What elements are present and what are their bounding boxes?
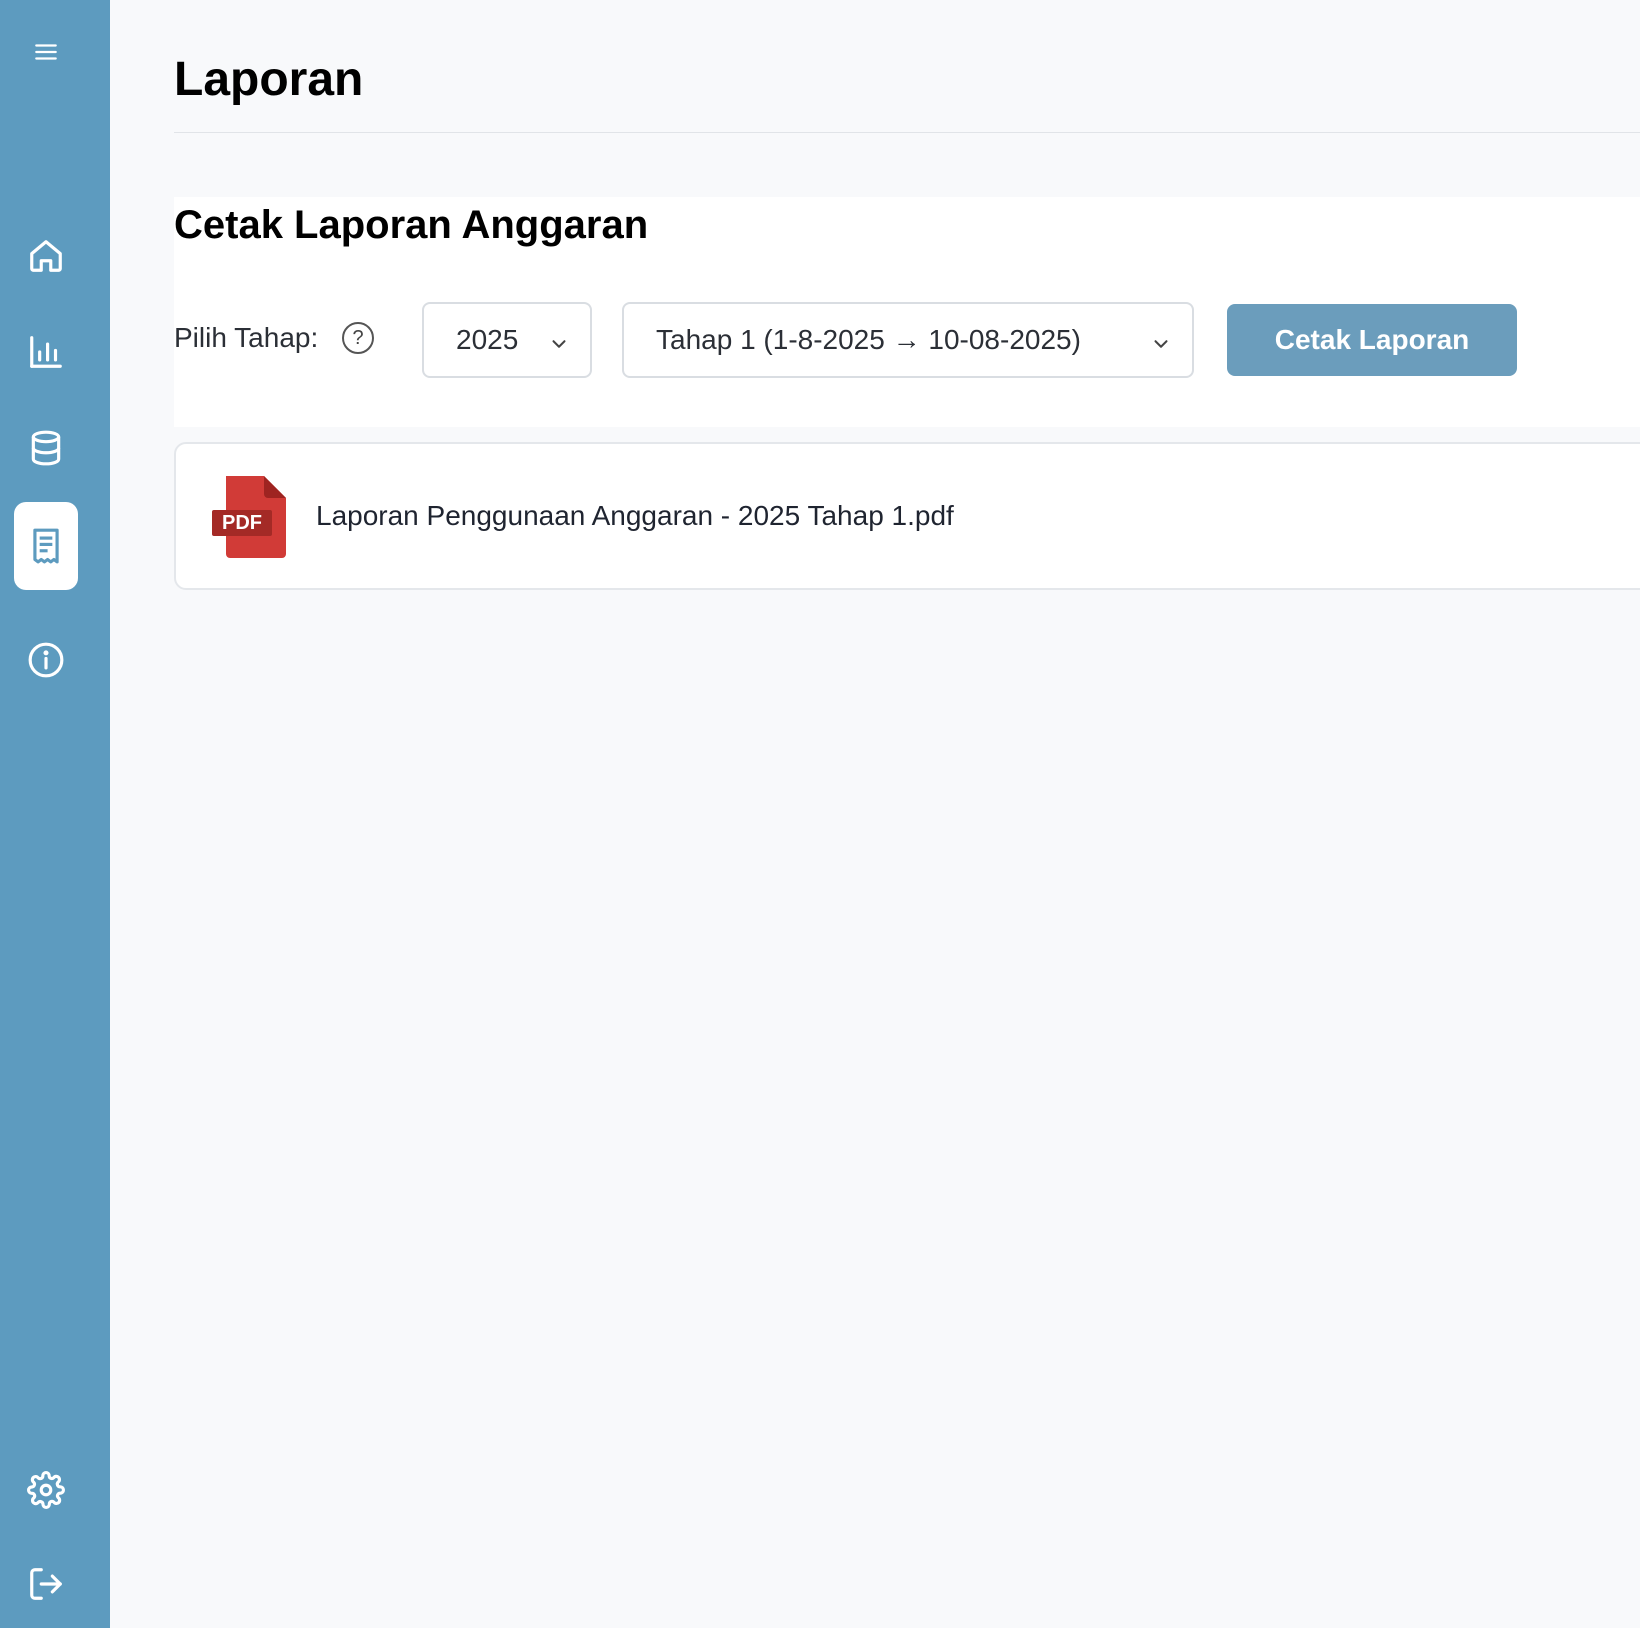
logout-icon <box>27 1565 65 1603</box>
year-select-value: 2025 <box>456 324 519 355</box>
gear-icon <box>27 1471 65 1509</box>
help-icon[interactable]: ? <box>342 322 374 354</box>
year-select[interactable]: 2025 <box>422 302 592 378</box>
title-divider <box>174 132 1640 133</box>
sidebar-item-settings[interactable] <box>14 1446 78 1534</box>
info-icon <box>27 641 65 679</box>
filter-label: Pilih Tahap: <box>174 322 319 353</box>
main-content: Laporan Cetak Laporan Anggaran Pilih Tah… <box>110 0 1640 1628</box>
sidebar-item-reports[interactable] <box>14 502 78 590</box>
stage-select[interactable]: Tahap 1 (1-8-2025 → 10-08-2025) <box>622 302 1194 378</box>
receipt-icon <box>27 527 65 565</box>
menu-button[interactable] <box>8 8 84 96</box>
sidebar-item-statistics[interactable] <box>14 308 78 396</box>
sidebar-item-home[interactable] <box>14 212 78 300</box>
bar-chart-icon <box>27 333 65 371</box>
hamburger-menu-icon <box>33 39 59 65</box>
svg-text:PDF: PDF <box>222 512 262 534</box>
stage-select-value: Tahap 1 (1-8-2025 → 10-08-2025) <box>656 324 1081 355</box>
chevron-down-icon <box>548 330 570 362</box>
print-report-button[interactable]: Cetak Laporan <box>1227 304 1517 376</box>
home-icon <box>27 237 65 275</box>
file-list-item[interactable]: PDF Laporan Penggunaan Anggaran - 2025 T… <box>174 442 1640 590</box>
sidebar <box>0 0 110 1628</box>
section-title: Cetak Laporan Anggaran <box>174 203 649 247</box>
file-name-link[interactable]: Laporan Penggunaan Anggaran - 2025 Tahap… <box>316 500 954 532</box>
sidebar-item-info[interactable] <box>14 616 78 704</box>
sidebar-item-logout[interactable] <box>14 1540 78 1628</box>
page-title: Laporan <box>174 53 364 106</box>
database-icon <box>27 429 65 467</box>
chevron-down-icon <box>1150 330 1172 362</box>
sidebar-item-database[interactable] <box>14 404 78 492</box>
pdf-file-icon: PDF <box>212 476 288 563</box>
